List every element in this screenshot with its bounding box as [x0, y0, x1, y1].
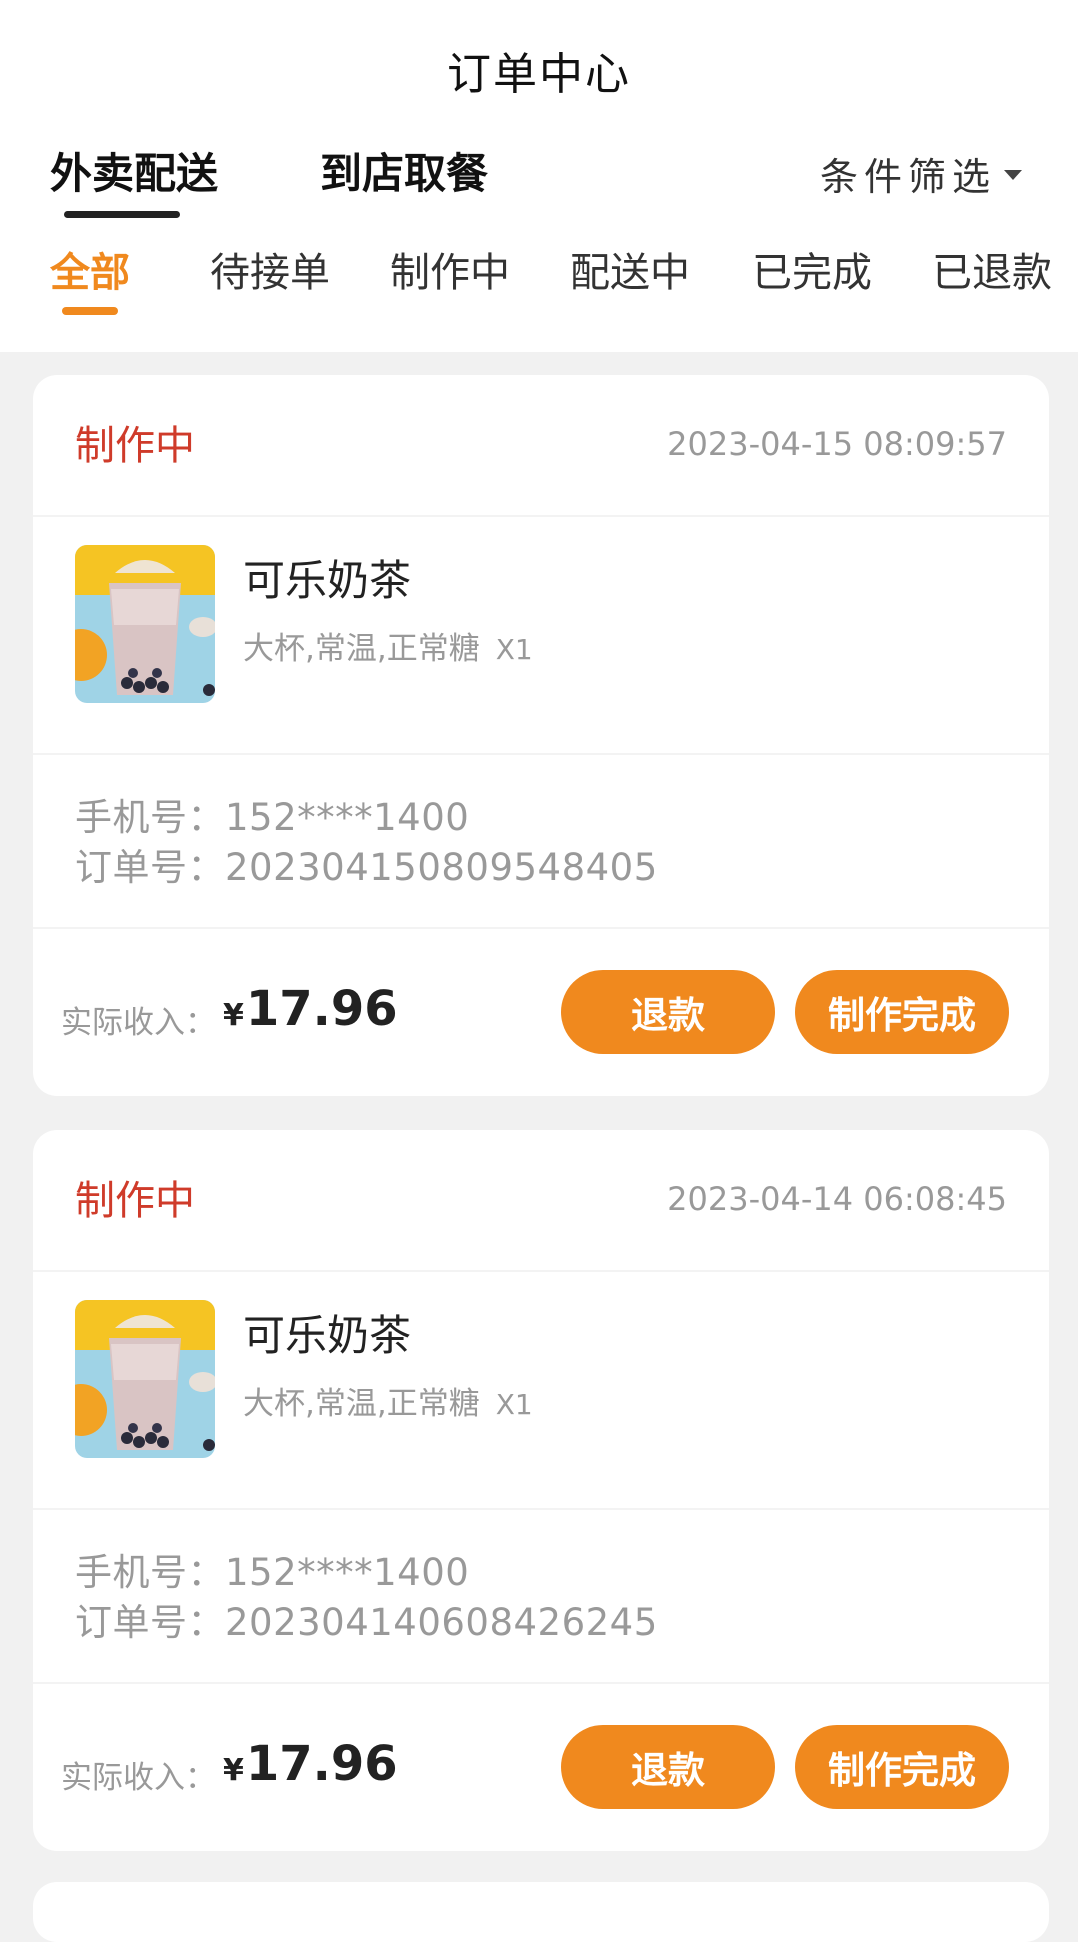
- order-no-label: 订单号：: [75, 846, 225, 889]
- order-no-value: 20230415080954840​5: [225, 846, 658, 889]
- phone-label: 手机号：: [75, 1551, 225, 1594]
- income-value: 17.96: [245, 981, 398, 1037]
- order-time: 2023-04-15 08:09:57: [667, 425, 1007, 463]
- refund-button[interactable]: 退款: [561, 970, 775, 1054]
- income-label: 实际收入：: [61, 1005, 216, 1041]
- phone-value: 152****1400: [225, 1551, 470, 1594]
- page-title: 订单中心: [447, 49, 631, 100]
- currency-symbol: ¥: [223, 998, 244, 1033]
- status-tab-delivering[interactable]: 配送中: [570, 240, 690, 298]
- status-tab-all[interactable]: 全部: [50, 240, 130, 298]
- product-image: [75, 545, 215, 703]
- order-status: 制作中: [75, 1178, 195, 1224]
- status-tab-indicator: [62, 307, 118, 315]
- filter-label: 条件筛选: [819, 155, 996, 199]
- product-spec: 大杯,常温,正常糖: [243, 1386, 480, 1422]
- product-qty: X1: [495, 633, 533, 666]
- divider: [33, 927, 1049, 929]
- filter-button[interactable]: 条件筛选: [820, 146, 1022, 201]
- status-tabs: 全部 待接单 制作中 配送中 已完成 已退款: [0, 240, 1078, 320]
- complete-making-button[interactable]: 制作完成: [795, 970, 1009, 1054]
- status-tab-completed[interactable]: 已完成: [752, 240, 872, 298]
- product-name: 可乐奶茶: [243, 556, 412, 605]
- refund-button[interactable]: 退款: [561, 1725, 775, 1809]
- income-amount: ¥17.96: [223, 981, 398, 1037]
- product-spec-line: 大杯,常温,正常糖 X1: [243, 1378, 533, 1423]
- caret-down-icon: [1004, 169, 1022, 180]
- phone-label: 手机号：: [75, 796, 225, 839]
- order-no-value: 202304140608426245: [225, 1601, 658, 1644]
- tab-pickup[interactable]: 到店取餐: [320, 140, 488, 201]
- mode-tab-indicator: [64, 211, 180, 218]
- product-qty: X1: [495, 1388, 533, 1421]
- income-value: 17.96: [245, 1736, 398, 1792]
- divider: [33, 515, 1049, 517]
- phone-line: 手机号：152****1400: [75, 787, 469, 841]
- income-amount: ¥17.96: [223, 1736, 398, 1792]
- status-tab-making[interactable]: 制作中: [390, 240, 510, 298]
- product-image: [75, 1300, 215, 1458]
- order-no-label: 订单号：: [75, 1601, 225, 1644]
- phone-line: 手机号：152****1400: [75, 1542, 469, 1596]
- divider: [33, 1508, 1049, 1510]
- order-card: 制作中 2023-04-15 08:09:57 可乐奶茶 大杯,常温,正常糖 X1…: [33, 375, 1049, 1096]
- order-card: 制作中 2023-04-14 06:08:45 可乐奶茶 大杯,常温,正常糖 X1…: [33, 1130, 1049, 1851]
- product-name: 可乐奶茶: [243, 1311, 412, 1360]
- complete-making-button[interactable]: 制作完成: [795, 1725, 1009, 1809]
- status-tab-pending[interactable]: 待接单: [210, 240, 330, 298]
- product-spec: 大杯,常温,正常糖: [243, 631, 480, 667]
- order-time: 2023-04-14 06:08:45: [667, 1180, 1007, 1218]
- income-label: 实际收入：: [61, 1760, 216, 1796]
- phone-value: 152****1400: [225, 796, 470, 839]
- order-status: 制作中: [75, 423, 195, 469]
- status-tab-refunded[interactable]: 已退款: [932, 240, 1052, 298]
- order-no-line: 订单号：20230415080954840​5: [75, 837, 658, 891]
- currency-symbol: ¥: [223, 1753, 244, 1788]
- order-card: [33, 1882, 1049, 1942]
- tab-delivery[interactable]: 外卖配送: [50, 140, 218, 201]
- product-spec-line: 大杯,常温,正常糖 X1: [243, 623, 533, 668]
- divider: [33, 1270, 1049, 1272]
- divider: [33, 753, 1049, 755]
- header: 订单中心 外卖配送 到店取餐 条件筛选 全部 待接单 制作中 配送中 已完成 已…: [0, 0, 1078, 352]
- order-no-line: 订单号：202304140608426245: [75, 1592, 658, 1646]
- divider: [33, 1682, 1049, 1684]
